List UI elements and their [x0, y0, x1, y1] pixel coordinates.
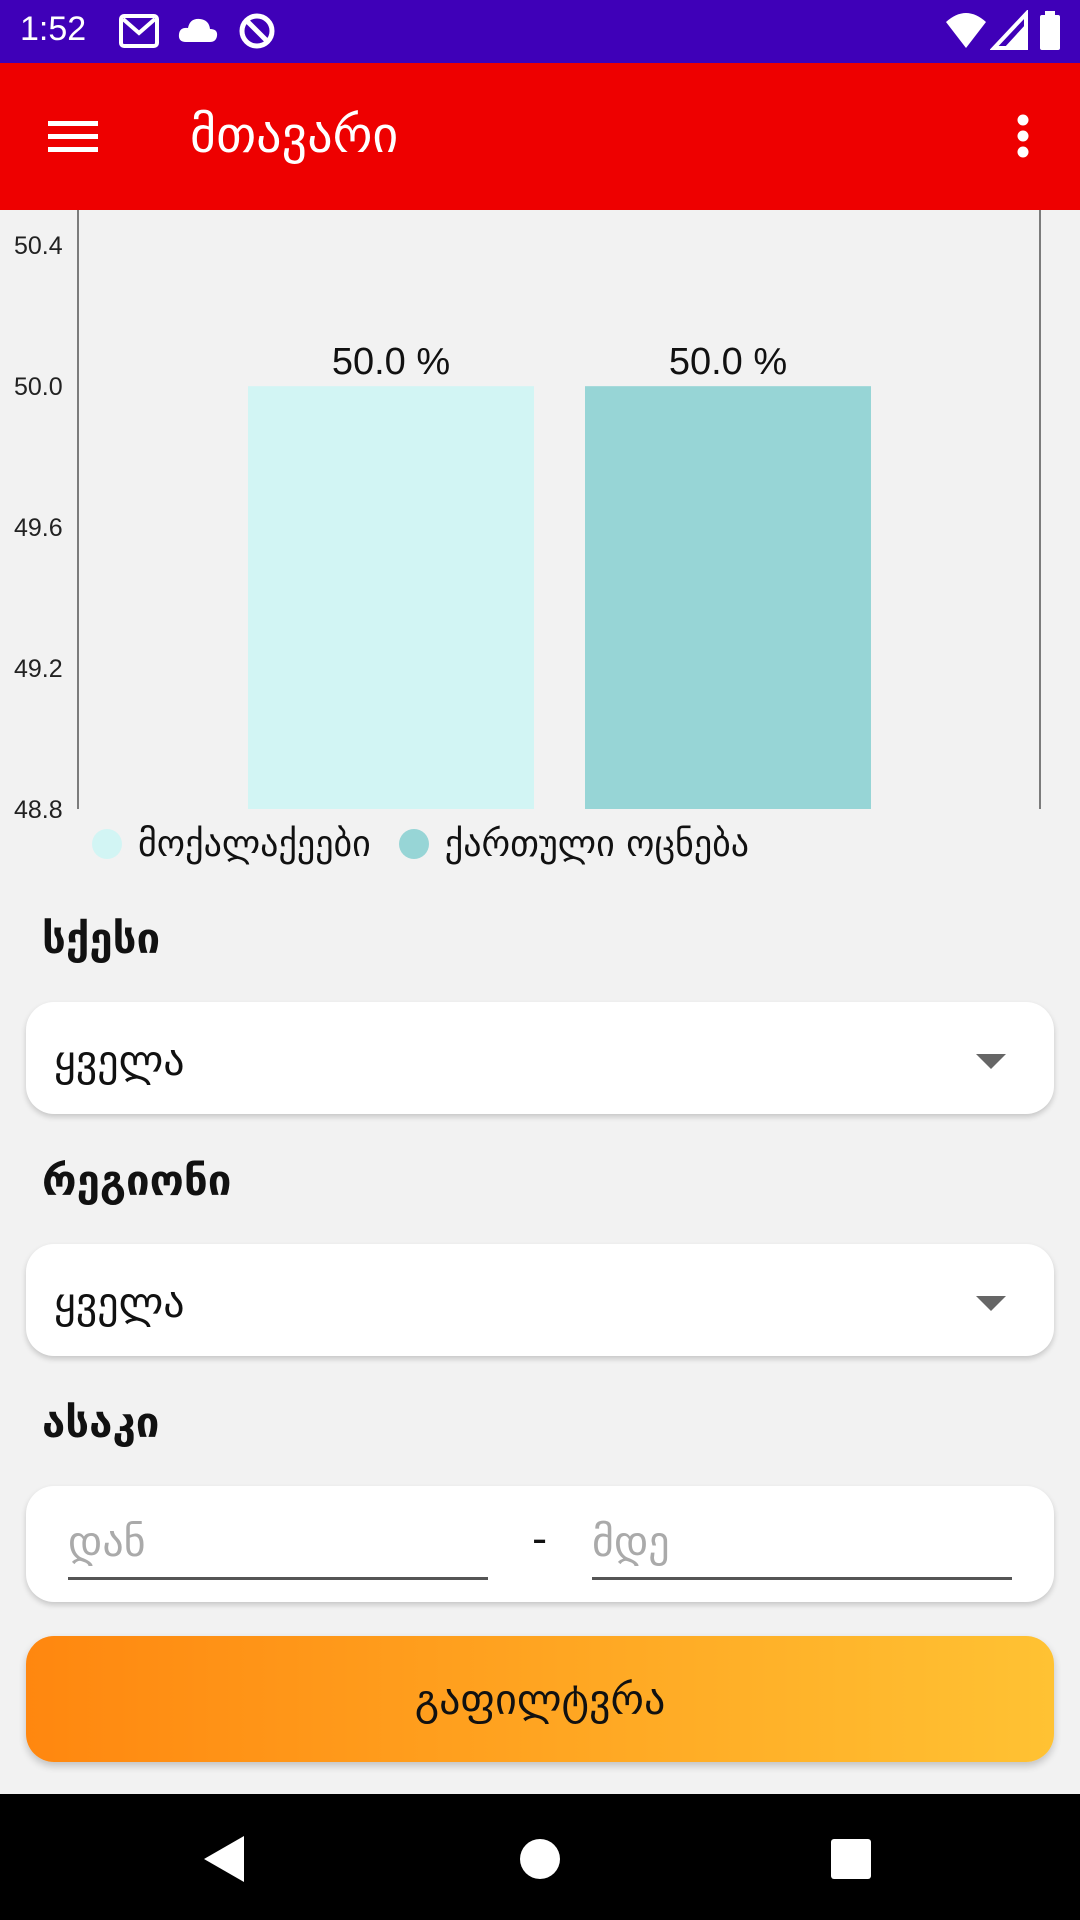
- more-vert-icon[interactable]: [1000, 103, 1046, 169]
- cloud-icon: [178, 18, 218, 42]
- legend-label: მოქალაქეები: [138, 823, 371, 865]
- battery-icon: [1040, 11, 1060, 50]
- region-dropdown-value: ყველა: [54, 1278, 185, 1327]
- sync-icon: [239, 13, 275, 49]
- gmail-icon: [119, 14, 159, 48]
- bar-chart-svg: 50.4 50.0 49.6 49.2 48.8 50.0 % 50.0 %: [14, 210, 1041, 820]
- gender-dropdown[interactable]: ყველა: [26, 1002, 1054, 1114]
- bar: [248, 386, 534, 809]
- back-icon[interactable]: [190, 1824, 260, 1894]
- results-chart: 50.4 50.0 49.6 49.2 48.8 50.0 % 50.0 %: [0, 210, 1080, 870]
- legend-item: მოქალაქეები: [92, 824, 371, 865]
- dropdown-arrow-icon: [976, 1296, 1006, 1311]
- region-dropdown[interactable]: ყველა: [26, 1244, 1054, 1356]
- signal-icon: [990, 10, 1028, 50]
- hamburger-menu-icon[interactable]: [30, 103, 116, 169]
- home-icon[interactable]: [505, 1824, 575, 1894]
- y-tick-label: 50.4: [14, 232, 63, 260]
- age-label: ასაკი: [42, 1398, 160, 1447]
- legend-item: ქართული ოცნება: [398, 823, 750, 865]
- wifi-icon: [946, 13, 986, 48]
- y-tick-label: 49.6: [14, 514, 63, 542]
- legend-label: ქართული ოცნება: [444, 823, 750, 865]
- status-time: 1:52: [20, 10, 87, 48]
- app-bar: მთავარი: [0, 63, 1080, 210]
- bar-value-label: 50.0 %: [669, 341, 787, 383]
- status-bar: 1:52: [0, 0, 1080, 63]
- gender-dropdown-value: ყველა: [54, 1036, 185, 1085]
- chart-legend: მოქალაქეები ქართული ოცნება: [92, 822, 777, 866]
- page-title: მთავარი: [190, 106, 399, 164]
- age-to-input[interactable]: [592, 1506, 1012, 1580]
- age-separator: -: [532, 1514, 548, 1563]
- y-tick-label: 49.2: [14, 655, 63, 683]
- y-tick-label: 48.8: [14, 796, 63, 820]
- dropdown-arrow-icon: [976, 1054, 1006, 1069]
- bar-value-label: 50.0 %: [332, 341, 450, 383]
- filter-button[interactable]: გაფილტვრა: [26, 1636, 1054, 1762]
- gender-label: სქესი: [42, 914, 161, 963]
- navigation-bar: [0, 1794, 1080, 1920]
- legend-swatch: [92, 829, 122, 859]
- legend-swatch: [398, 829, 429, 859]
- y-tick-label: 50.0: [14, 373, 63, 401]
- age-range-card: -: [26, 1486, 1054, 1602]
- recents-icon[interactable]: [816, 1824, 886, 1894]
- age-from-input[interactable]: [68, 1506, 488, 1580]
- bar: [585, 386, 871, 809]
- region-label: რეგიონი: [42, 1156, 232, 1205]
